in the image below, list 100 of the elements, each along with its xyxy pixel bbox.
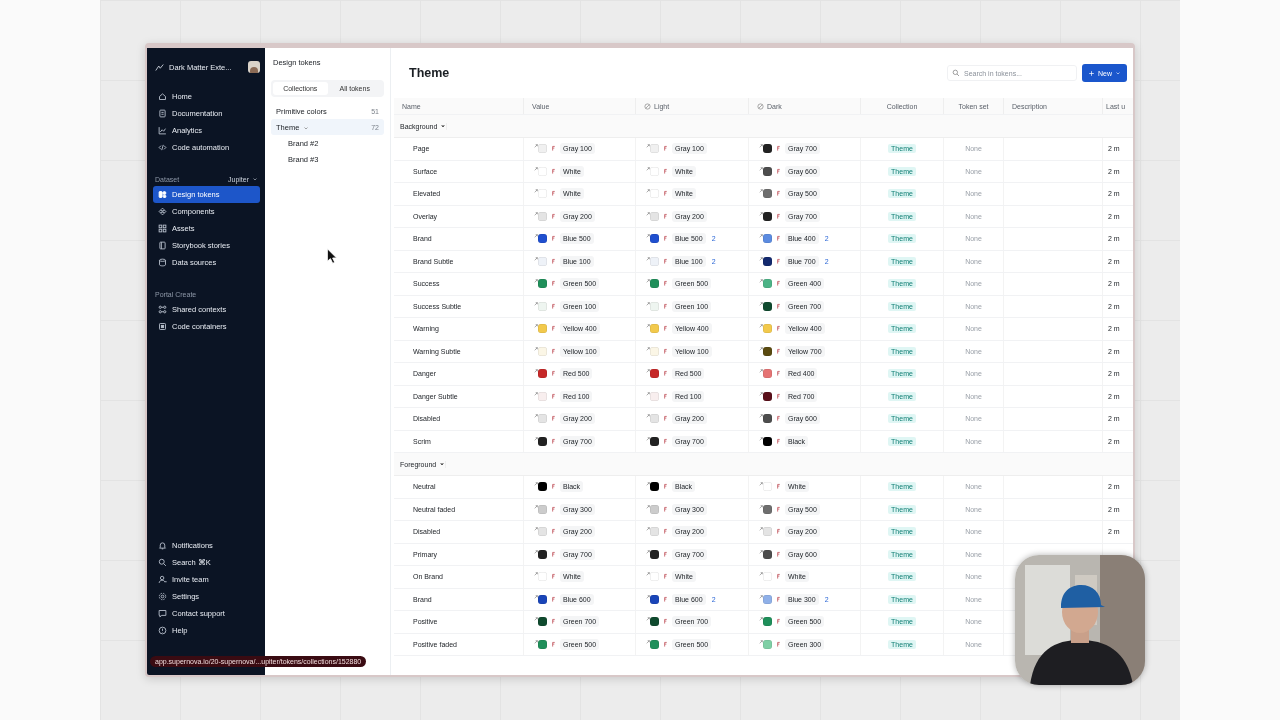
source-icon xyxy=(776,212,781,220)
alias-icon xyxy=(646,189,650,194)
alias-icon xyxy=(534,369,538,374)
settings-icon xyxy=(158,592,167,601)
search-icon xyxy=(158,558,167,567)
alias-icon xyxy=(646,144,650,149)
source-icon xyxy=(663,167,668,175)
alias-icon xyxy=(534,549,538,554)
alias-icon xyxy=(534,279,538,284)
alias-icon xyxy=(646,414,650,419)
source-icon xyxy=(776,618,781,626)
plus-icon xyxy=(1088,69,1095,77)
source-icon xyxy=(776,550,781,558)
source-icon xyxy=(663,528,668,536)
source-icon xyxy=(551,145,556,153)
book-icon xyxy=(158,241,167,250)
alias-icon xyxy=(534,504,538,509)
alias-icon xyxy=(759,279,763,284)
source-icon xyxy=(663,370,668,378)
alias-icon xyxy=(759,414,763,419)
source-icon xyxy=(551,280,556,288)
alias-icon xyxy=(759,189,763,194)
alias-icon xyxy=(646,256,650,261)
source-icon xyxy=(551,167,556,175)
container-icon xyxy=(158,322,167,331)
source-icon xyxy=(551,550,556,558)
source-icon xyxy=(776,190,781,198)
tokens-icon xyxy=(158,190,167,199)
bell-icon xyxy=(158,541,167,550)
source-icon xyxy=(551,415,556,423)
document-icon xyxy=(158,109,167,118)
caret-icon xyxy=(440,123,447,129)
source-icon xyxy=(551,528,556,536)
caret-icon xyxy=(439,461,446,467)
source-icon xyxy=(551,392,556,400)
mode-icon xyxy=(757,102,764,110)
cluster-icon xyxy=(158,305,167,314)
source-icon xyxy=(776,437,781,445)
alias-icon xyxy=(646,549,650,554)
source-icon xyxy=(776,145,781,153)
avatar[interactable] xyxy=(248,61,260,73)
source-icon xyxy=(776,370,781,378)
alias-icon xyxy=(646,504,650,509)
alias-icon xyxy=(759,594,763,599)
chart-icon xyxy=(158,126,167,135)
source-icon xyxy=(551,325,556,333)
source-icon xyxy=(776,528,781,536)
alias-icon xyxy=(759,549,763,554)
alias-icon xyxy=(534,234,538,239)
source-icon xyxy=(551,370,556,378)
alias-icon xyxy=(759,166,763,171)
help-icon xyxy=(158,626,167,635)
source-icon xyxy=(551,347,556,355)
alias-icon xyxy=(646,279,650,284)
source-icon xyxy=(551,505,556,513)
alias-icon xyxy=(646,639,650,644)
source-icon xyxy=(663,302,668,310)
caret-icon xyxy=(252,176,258,182)
source-icon xyxy=(663,573,668,581)
source-icon xyxy=(663,257,668,265)
source-icon xyxy=(776,483,781,491)
alias-icon xyxy=(646,527,650,532)
alias-icon xyxy=(534,594,538,599)
alias-icon xyxy=(534,391,538,396)
source-icon xyxy=(663,325,668,333)
source-icon xyxy=(776,595,781,603)
alias-icon xyxy=(759,391,763,396)
alias-icon xyxy=(534,144,538,149)
alias-icon xyxy=(646,391,650,396)
alias-icon xyxy=(646,369,650,374)
source-icon xyxy=(551,573,556,581)
alias-icon xyxy=(759,256,763,261)
source-icon xyxy=(551,595,556,603)
alias-icon xyxy=(759,572,763,577)
source-icon xyxy=(663,437,668,445)
source-icon xyxy=(551,212,556,220)
mode-icon xyxy=(644,102,651,110)
code-icon xyxy=(158,143,167,152)
source-icon xyxy=(663,640,668,648)
alias-icon xyxy=(646,436,650,441)
alias-icon xyxy=(646,346,650,351)
alias-icon xyxy=(534,166,538,171)
source-icon xyxy=(551,235,556,243)
source-icon xyxy=(551,640,556,648)
source-icon xyxy=(663,618,668,626)
source-icon xyxy=(551,437,556,445)
source-icon xyxy=(551,302,556,310)
alias-icon xyxy=(759,324,763,329)
source-icon xyxy=(663,347,668,355)
source-icon xyxy=(551,483,556,491)
source-icon xyxy=(663,212,668,220)
source-icon xyxy=(776,505,781,513)
source-icon xyxy=(663,483,668,491)
source-icon xyxy=(776,392,781,400)
alias-icon xyxy=(646,211,650,216)
alias-icon xyxy=(759,527,763,532)
alias-icon xyxy=(759,617,763,622)
chat-icon xyxy=(158,609,167,618)
source-icon xyxy=(776,257,781,265)
source-icon xyxy=(776,302,781,310)
